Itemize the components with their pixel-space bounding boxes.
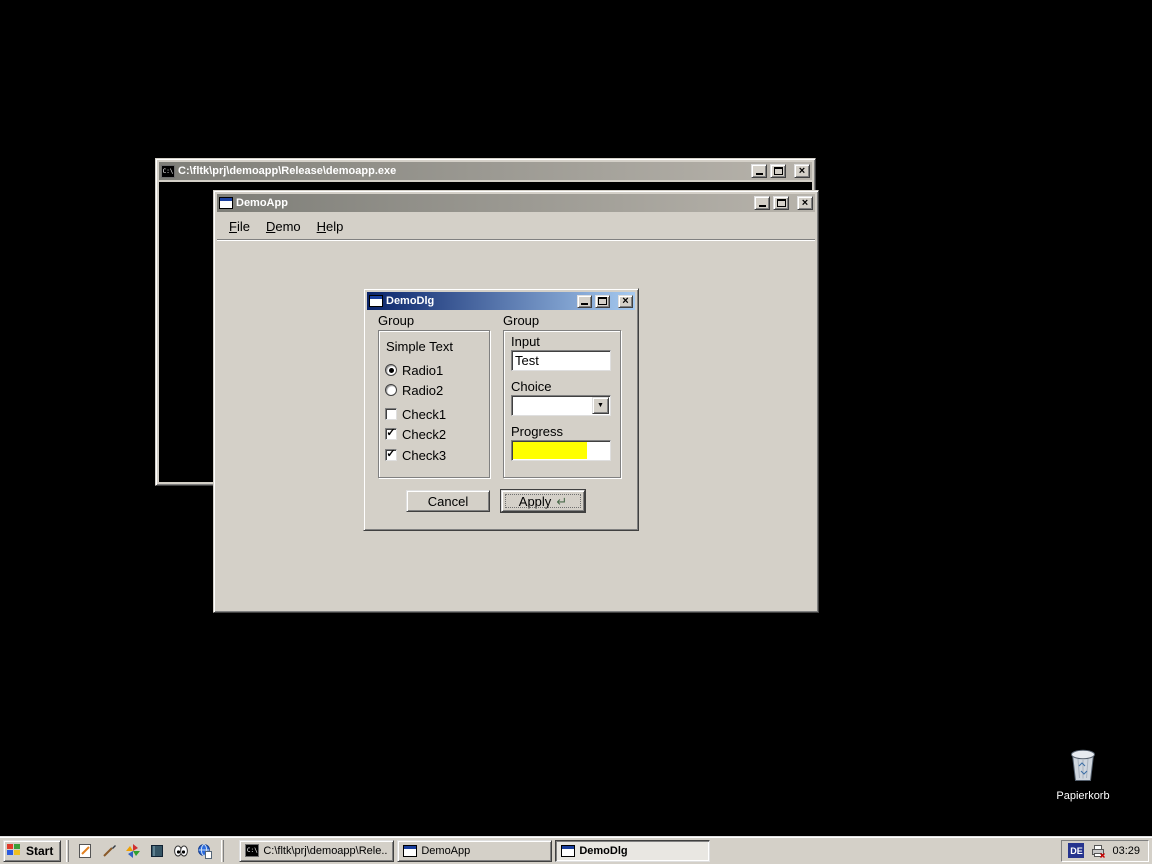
pinwheel-icon[interactable] [124, 842, 142, 860]
recycle-bin-icon[interactable]: Papierkorb [1048, 746, 1118, 802]
close-button[interactable]: × [794, 164, 810, 178]
console-icon: C:\ [161, 165, 175, 178]
menubar: File Demo Help [217, 214, 815, 240]
demodlg-window-title: DemoDlg [386, 295, 574, 307]
minimize-glyph [581, 303, 588, 305]
checkbox-indicator: ✓ [385, 449, 397, 461]
maximize-button[interactable] [595, 295, 610, 308]
system-tray: DE 03:29 [1061, 840, 1149, 862]
minimize-glyph [759, 205, 766, 207]
task-label: DemoDlg [579, 845, 704, 857]
taskbar-item-demodlg[interactable]: DemoDlg [555, 840, 710, 862]
console-window-title: C:\fltk\prj\demoapp\Release\demoapp.exe [178, 165, 748, 177]
document-pencil-icon[interactable] [76, 842, 94, 860]
close-button[interactable]: × [797, 196, 813, 210]
radio-indicator [385, 384, 397, 396]
choice-label: Choice [511, 379, 551, 394]
close-button[interactable]: × [618, 295, 633, 308]
checkbox-check3[interactable]: ✓ Check3 [385, 448, 446, 462]
task-label: DemoApp [421, 845, 546, 857]
progress-label: Progress [511, 424, 563, 439]
menu-file[interactable]: File [221, 215, 258, 238]
checkbox-label: Check2 [402, 427, 446, 442]
check-mark: ✓ [386, 428, 395, 439]
maximize-glyph [777, 199, 786, 207]
maximize-glyph [598, 297, 607, 305]
keyboard-layout-indicator[interactable]: DE [1068, 843, 1084, 858]
checkbox-label: Check3 [402, 448, 446, 463]
apply-button-label: Apply [519, 494, 552, 509]
checkbox-label: Check1 [402, 407, 446, 422]
toolbar-handle[interactable] [221, 840, 224, 862]
clock[interactable]: 03:29 [1112, 845, 1140, 857]
app-window-icon [219, 197, 233, 209]
start-button-label: Start [26, 844, 53, 858]
start-button[interactable]: Start [3, 840, 61, 862]
radio-indicator [385, 364, 397, 376]
apply-button[interactable]: Apply ↵ [501, 490, 585, 512]
menu-help[interactable]: Help [309, 215, 352, 238]
demodlg-body: Group Simple Text Radio1 Radio2 ✓ Check1… [368, 312, 634, 526]
maximize-button[interactable] [773, 196, 789, 210]
check-mark: ✓ [386, 449, 395, 460]
dropdown-arrow-glyph: ▼ [597, 402, 604, 409]
chevron-down-icon[interactable]: ▼ [592, 397, 609, 414]
trash-bin-icon [1066, 746, 1100, 787]
checkbox-check1[interactable]: ✓ Check1 [385, 407, 446, 421]
desktop-icon-label: Papierkorb [1056, 790, 1109, 802]
simple-text-label: Simple Text [386, 339, 453, 354]
globe-document-icon[interactable] [196, 842, 214, 860]
checkbox-indicator: ✓ [385, 428, 397, 440]
quick-launch-bar [74, 842, 216, 860]
demodlg-window: DemoDlg × Group Simple Text Radio1 Radio… [363, 288, 639, 531]
dialog-window-icon [369, 295, 383, 307]
group-label-left: Group [378, 313, 414, 328]
progress-fill [513, 442, 587, 459]
toolbar-handle[interactable] [66, 840, 69, 862]
choice-selected-value [512, 396, 591, 415]
radio-dot [389, 368, 394, 373]
checkbox-indicator: ✓ [385, 408, 397, 420]
app-window-icon [561, 845, 575, 857]
eyes-icon[interactable] [172, 842, 190, 860]
radio-radio1[interactable]: Radio1 [385, 363, 443, 377]
printer-error-icon[interactable] [1090, 844, 1106, 858]
radio-label: Radio1 [402, 363, 443, 378]
minimize-button[interactable] [751, 164, 767, 178]
book-icon[interactable] [148, 842, 166, 860]
desktop: C:\ C:\fltk\prj\demoapp\Release\demoapp.… [0, 0, 1152, 864]
minimize-button[interactable] [577, 295, 592, 308]
taskbar-tasks: C:\ C:\fltk\prj\demoapp\Rele... DemoApp … [239, 840, 710, 862]
checkbox-check2[interactable]: ✓ Check2 [385, 427, 446, 441]
maximize-glyph [774, 167, 783, 175]
choice-dropdown[interactable]: ▼ [511, 395, 611, 416]
paintbrush-icon[interactable] [100, 842, 118, 860]
app-window-icon [403, 845, 417, 857]
demoapp-titlebar[interactable]: DemoApp × [217, 194, 815, 212]
cancel-button[interactable]: Cancel [406, 490, 490, 512]
console-titlebar[interactable]: C:\ C:\fltk\prj\demoapp\Release\demoapp.… [159, 162, 812, 180]
console-icon: C:\ [245, 844, 259, 857]
taskbar-item-demoapp[interactable]: DemoApp [397, 840, 552, 862]
group-label-right: Group [503, 313, 539, 328]
radio-label: Radio2 [402, 383, 443, 398]
demodlg-titlebar[interactable]: DemoDlg × [367, 292, 635, 310]
menu-demo[interactable]: Demo [258, 215, 309, 238]
taskbar-item-console[interactable]: C:\ C:\fltk\prj\demoapp\Rele... [239, 840, 394, 862]
task-label: C:\fltk\prj\demoapp\Rele... [263, 845, 388, 857]
maximize-button[interactable] [770, 164, 786, 178]
progress-bar [511, 440, 611, 461]
return-key-icon: ↵ [556, 495, 567, 508]
input-label: Input [511, 334, 540, 349]
taskbar: Start C:\ [0, 836, 1152, 864]
minimize-glyph [756, 173, 763, 175]
windows-logo-icon [7, 844, 22, 857]
radio-radio2[interactable]: Radio2 [385, 383, 443, 397]
demoapp-window-title: DemoApp [236, 197, 751, 209]
minimize-button[interactable] [754, 196, 770, 210]
input-field[interactable] [511, 350, 611, 371]
